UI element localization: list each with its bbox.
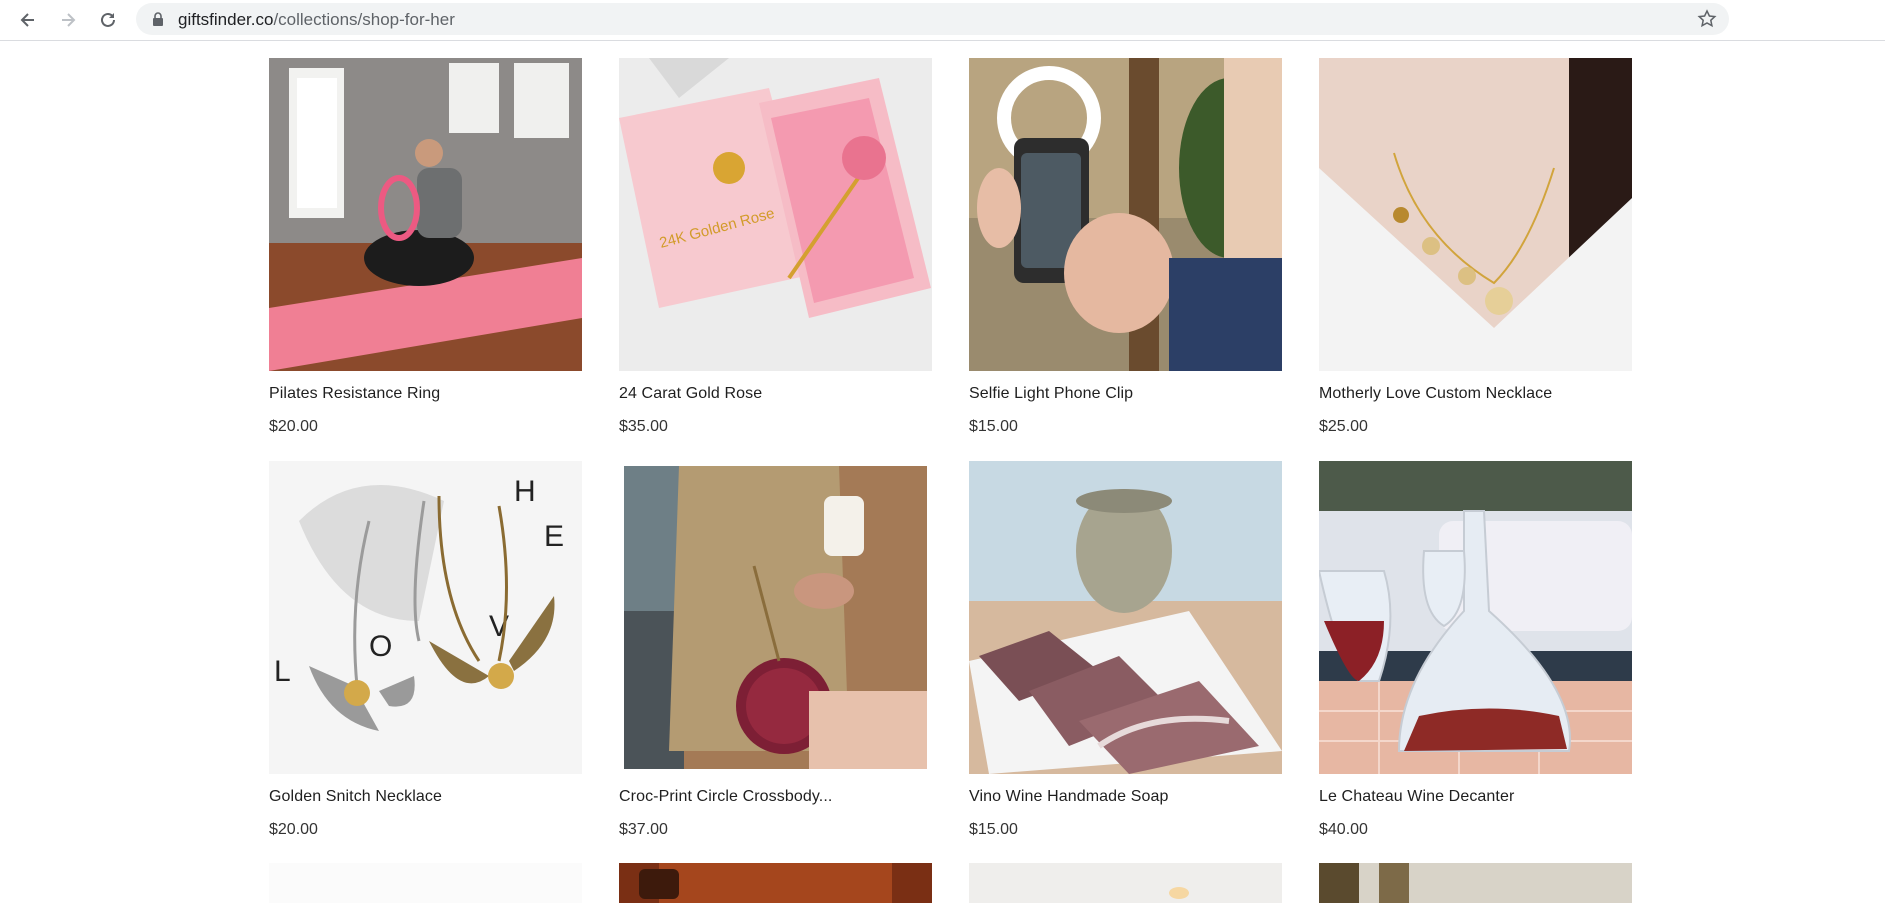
product-price: $40.00: [1319, 821, 1368, 838]
product-image-selfie-light[interactable]: [969, 58, 1282, 371]
product-image-partial[interactable]: [969, 863, 1282, 903]
product-price: $15.00: [969, 418, 1018, 435]
product-image-pilates-ring[interactable]: [269, 58, 582, 371]
product-price: $15.00: [969, 821, 1018, 838]
product-image-crossbody-bag[interactable]: [619, 461, 932, 774]
product-card-partial[interactable]: [1319, 863, 1632, 903]
product-image-partial[interactable]: [269, 863, 582, 903]
love-letter-l: L: [274, 655, 291, 688]
product-price: $20.00: [269, 821, 318, 838]
product-image-wine-decanter[interactable]: [1319, 461, 1632, 774]
love-letter-o: O: [369, 630, 392, 663]
product-price: $37.00: [619, 821, 668, 838]
product-card-partial[interactable]: [619, 863, 932, 903]
product-card-partial[interactable]: [269, 863, 582, 903]
product-image-partial[interactable]: [1319, 863, 1632, 903]
product-title[interactable]: Vino Wine Handmade Soap: [969, 788, 1168, 806]
product-title[interactable]: Le Chateau Wine Decanter: [1319, 788, 1514, 806]
product-title[interactable]: Selfie Light Phone Clip: [969, 385, 1133, 403]
product-title[interactable]: 24 Carat Gold Rose: [619, 385, 762, 403]
product-image-custom-necklace[interactable]: [1319, 58, 1632, 371]
love-letter-e: E: [544, 520, 564, 553]
product-price: $25.00: [1319, 418, 1368, 435]
product-price: $35.00: [619, 418, 668, 435]
product-title[interactable]: Golden Snitch Necklace: [269, 788, 442, 806]
product-card-partial[interactable]: [969, 863, 1282, 903]
love-letter-h: H: [514, 475, 536, 508]
product-title[interactable]: Motherly Love Custom Necklace: [1319, 385, 1552, 403]
product-image-partial[interactable]: [619, 863, 932, 903]
product-title[interactable]: Croc-Print Circle Crossbody...: [619, 788, 832, 806]
product-image-gold-rose[interactable]: 24K Golden Rose: [619, 58, 932, 371]
product-image-wine-soap[interactable]: [969, 461, 1282, 774]
product-grid: Pilates Resistance Ring $20.00 24K Golde…: [0, 0, 1885, 903]
product-price: $20.00: [269, 418, 318, 435]
product-image-snitch-necklace[interactable]: H E L O V: [269, 461, 582, 774]
product-title[interactable]: Pilates Resistance Ring: [269, 385, 440, 403]
